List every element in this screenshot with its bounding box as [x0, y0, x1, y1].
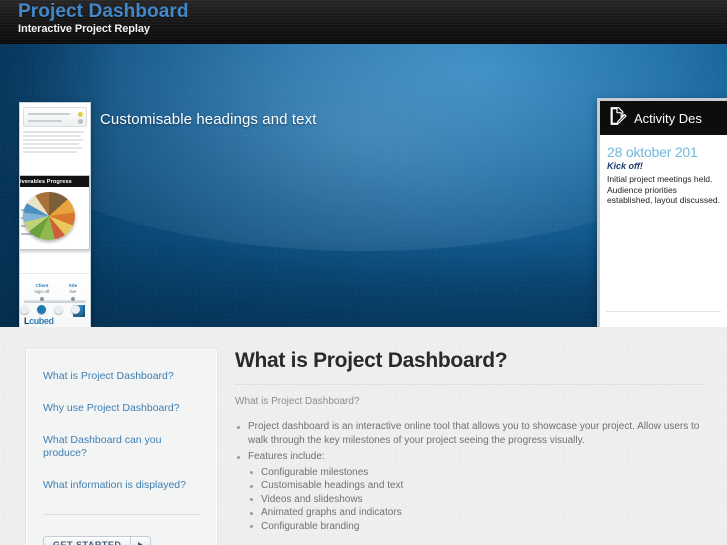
page-title: What is Project Dashboard?	[235, 349, 508, 372]
carousel-dot-2[interactable]	[37, 305, 46, 314]
milestone-client: Client sign-off	[28, 283, 56, 301]
sidebar-divider	[43, 514, 200, 515]
main-column: What is Project Dashboard? What is Proje…	[235, 349, 727, 536]
activity-description-card[interactable]: Activity Des 28 oktober 201 Kick off! In…	[597, 98, 727, 327]
content-area: What is Project Dashboard? Why use Proje…	[0, 327, 727, 545]
title-rule	[235, 384, 705, 385]
document-pencil-icon	[607, 106, 627, 131]
milestone-site: Site live	[60, 283, 86, 301]
hero-heading: Customisable headings and text	[100, 111, 317, 128]
carousel-dot-1[interactable]	[20, 305, 29, 314]
feature-overview-list: Project dashboard is an interactive onli…	[235, 420, 705, 533]
hero-banner: Customisable headings and text iverables…	[0, 44, 727, 327]
pie-chart-icon	[23, 192, 75, 240]
activity-card-footer-rule	[606, 311, 721, 312]
thumbnail-rows	[23, 131, 87, 153]
carousel-dot-3[interactable]	[54, 305, 63, 314]
list-item: Customisable headings and text	[248, 479, 705, 493]
site-header: Project Dashboard Interactive Project Re…	[0, 0, 727, 44]
sidebar-nav: What is Project Dashboard? Why use Proje…	[25, 348, 218, 545]
lcubed-logo: Lcubed secure milestones & tracking	[24, 316, 62, 327]
brand[interactable]: Project Dashboard Interactive Project Re…	[18, 1, 189, 36]
thumbnail-chart-card: iverables Progress	[20, 175, 90, 250]
activity-date: 28 oktober 201	[607, 144, 698, 160]
sidebar-link-what-info[interactable]: What information is displayed?	[43, 479, 200, 492]
activity-text: Initial project meetings held. Audience …	[607, 174, 720, 205]
list-item: Videos and slideshows	[248, 493, 705, 507]
site-title: Project Dashboard	[18, 1, 189, 22]
page-subtitle: What is Project Dashboard?	[235, 396, 360, 407]
thumbnail-milestone-bar: Client sign-off Site live Lcubed secure …	[20, 273, 90, 327]
carousel-dot-4[interactable]	[71, 305, 80, 314]
get-started-button[interactable]: GET STARTED	[43, 535, 152, 545]
features-list: Configurable milestones Customisable hea…	[248, 466, 705, 534]
activity-card-title: Activity Des	[634, 110, 702, 126]
thumbnail-toolbar	[23, 107, 87, 127]
list-item: Animated graphs and indicators	[248, 506, 705, 520]
sidebar-link-what-can-produce[interactable]: What Dashboard can you produce?	[43, 434, 200, 460]
list-item: Features include: Configurable milestone…	[235, 450, 705, 533]
activity-card-header: Activity Des	[600, 101, 727, 135]
list-item: Configurable branding	[248, 520, 705, 534]
get-started-label: GET STARTED	[53, 540, 122, 545]
site-subtitle: Interactive Project Replay	[18, 23, 150, 35]
features-include-label: Features include:	[248, 451, 325, 462]
list-item: Project dashboard is an interactive onli…	[235, 420, 705, 447]
activity-kicker: Kick off!	[607, 161, 643, 171]
get-started-arrow-box	[130, 536, 150, 545]
list-item: Configurable milestones	[248, 466, 705, 480]
thumbnail-chart-title: iverables Progress	[20, 176, 89, 187]
carousel-dots[interactable]	[20, 305, 80, 314]
sidebar-link-why-use[interactable]: Why use Project Dashboard?	[43, 402, 200, 415]
sidebar-link-what-is[interactable]: What is Project Dashboard?	[43, 370, 200, 383]
slide-thumbnail[interactable]: iverables Progress Client sign-off Site …	[19, 102, 91, 327]
thumbnail-pie-chart-wrap	[20, 187, 89, 249]
activity-card-body: 28 oktober 201 Kick off! Initial project…	[600, 135, 727, 206]
